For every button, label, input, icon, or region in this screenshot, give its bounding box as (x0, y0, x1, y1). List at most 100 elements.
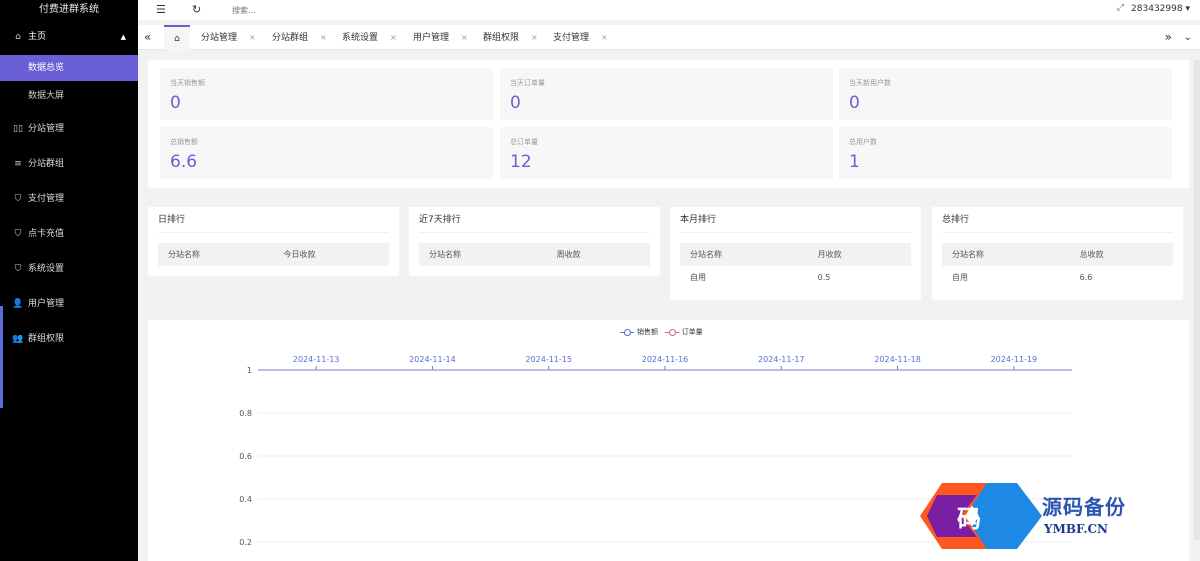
stat-value: 6.6 (170, 152, 198, 172)
sidebar-item-card-recharge[interactable]: ⛉ 点卡充值 (0, 217, 138, 252)
shield-check-icon: ⛉ (14, 229, 22, 239)
stat-value: 0 (849, 93, 860, 113)
sidebar-item-label: 主页 (28, 32, 47, 42)
x-tick-label: 2024-11-18 (874, 355, 921, 364)
stat-value: 1 (849, 152, 860, 172)
user-icon: 👤 (12, 299, 24, 309)
ranking-card-daily: 日排行 分站名称 今日收款 (148, 207, 399, 276)
close-icon[interactable]: × (531, 33, 538, 42)
home-icon: ⌂ (15, 32, 21, 42)
x-tick-label: 2024-11-13 (293, 355, 340, 364)
tab-label: 分站管理 (201, 33, 238, 43)
scrollbar[interactable] (1194, 60, 1200, 540)
ranking-col-name: 分站名称 (158, 243, 274, 266)
close-icon[interactable]: × (601, 33, 608, 42)
stat-label: 当天销售额 (170, 79, 205, 87)
tab-label: 群组权限 (483, 33, 520, 43)
caret-down-icon: ▾ (1185, 4, 1190, 14)
tab-label: 用户管理 (413, 33, 450, 43)
ranking-cell-name: 自用 (952, 273, 968, 282)
stat-value: 0 (510, 93, 521, 113)
sidebar-item-label: 系统设置 (28, 264, 65, 274)
topbar: ☰ ↻ ⤢ 283432998 ▾ (138, 0, 1200, 20)
ranking-title: 本月排行 (680, 207, 911, 233)
y-tick-label: 0.4 (239, 495, 252, 504)
close-icon[interactable]: × (390, 33, 397, 42)
stat-label: 总销售额 (170, 138, 198, 146)
users-icon: 👥 (12, 334, 24, 344)
close-icon[interactable]: × (320, 33, 327, 42)
stat-label: 当天新用户数 (849, 79, 891, 87)
caret-up-icon: ▲ (120, 33, 126, 41)
sidebar-item-payment[interactable]: ⛉ 支付管理 (0, 182, 138, 217)
tab-label: 分站群组 (272, 33, 309, 43)
table-row: 自用 0.5 (680, 266, 911, 289)
tabs-menu-chevron-icon[interactable]: ⌄ (1184, 25, 1192, 50)
stat-label: 总用户数 (849, 138, 877, 146)
watermark-text-cn: 源码备份 (1042, 495, 1126, 519)
ranking-col-name: 分站名称 (680, 243, 808, 266)
stat-label: 当天订单量 (510, 79, 545, 87)
shield-check-icon: ⛉ (14, 264, 22, 274)
sidebar-item-label: 群组权限 (28, 334, 65, 344)
refresh-icon[interactable]: ↻ (192, 3, 201, 16)
ranking-cell-amount: 6.6 (1079, 273, 1093, 282)
stat-value: 0 (170, 93, 181, 113)
search-input[interactable] (232, 3, 352, 17)
ranking-table: 分站名称 周收款 (419, 243, 650, 266)
x-tick-label: 2024-11-16 (642, 355, 689, 364)
app-title: 付费进群系统 (39, 4, 99, 15)
tabs-scroll-left-icon[interactable]: « (144, 25, 151, 50)
sliders-icon: ≡ (14, 159, 22, 169)
ranking-card-weekly: 近7天排行 分站名称 周收款 (409, 207, 660, 276)
username: 283432998 (1131, 4, 1183, 14)
tab-group-permission[interactable]: 群组权限 × (483, 25, 538, 50)
x-tick-label: 2024-11-15 (525, 355, 572, 364)
sidebar-subitem-data-overview[interactable]: 数据总览 (0, 55, 138, 81)
ranking-col-name: 分站名称 (419, 243, 547, 266)
sidebar-item-system-settings[interactable]: ⛉ 系统设置 (0, 252, 138, 287)
sidebar-item-label: 支付管理 (28, 194, 65, 204)
ranking-title: 近7天排行 (419, 207, 650, 233)
shield-check-icon: ⛉ (14, 194, 22, 204)
sidebar-subitem-data-screen[interactable]: 数据大屏 (0, 81, 138, 112)
tabs-scroll-right-icon[interactable]: » (1165, 25, 1172, 50)
sidebar-item-label: 点卡充值 (28, 229, 65, 239)
ranking-title: 总排行 (942, 207, 1173, 233)
ranking-card-total: 总排行 分站名称 总收款 自用 6.6 (932, 207, 1183, 300)
ranking-col-name: 分站名称 (942, 243, 1070, 266)
ranking-col-amount: 月收款 (807, 243, 911, 266)
sidebar-item-station-group[interactable]: ≡ 分站群组 (0, 147, 138, 182)
y-tick-label: 1 (247, 366, 252, 375)
sidebar-item-group-permission[interactable]: 👥 群组权限 (0, 322, 138, 357)
close-icon[interactable]: × (249, 33, 256, 42)
fullscreen-icon[interactable]: ⤢ (1117, 3, 1124, 13)
x-tick-label: 2024-11-17 (758, 355, 805, 364)
sidebar-item-home[interactable]: ⌂ 主页 ▲ (0, 20, 138, 55)
ranking-table: 分站名称 总收款 自用 6.6 (942, 243, 1173, 289)
stat-card: 当天订单量 0 (500, 68, 833, 120)
ranking-title: 日排行 (158, 207, 389, 233)
user-menu[interactable]: 283432998 ▾ (1131, 4, 1190, 14)
y-tick-label: 0.6 (239, 452, 252, 461)
watermark-logo-char: 码 (957, 504, 981, 533)
ranking-cell-amount: 0.5 (817, 273, 831, 282)
x-tick-label: 2024-11-14 (409, 355, 456, 364)
tab-system-settings[interactable]: 系统设置 × (342, 25, 397, 50)
sidebar-item-user-manage[interactable]: 👤 用户管理 (0, 287, 138, 322)
sidebar-item-station-manage[interactable]: ▯▯ 分站管理 (0, 112, 138, 147)
stat-card: 总用户数 1 (839, 127, 1172, 179)
tab-station-group[interactable]: 分站群组 × (272, 25, 327, 50)
y-tick-label: 0.8 (239, 409, 252, 418)
stat-card: 总销售额 6.6 (160, 127, 493, 179)
menu-fold-icon[interactable]: ☰ (156, 3, 166, 16)
tab-home[interactable]: ⌂ (164, 25, 190, 50)
tab-label: 支付管理 (553, 33, 590, 43)
sidebar-item-label: 分站群组 (28, 159, 65, 169)
tab-station-manage[interactable]: 分站管理 × (201, 25, 256, 50)
tab-user-manage[interactable]: 用户管理 × (413, 25, 468, 50)
sidebar-accent-bar (0, 306, 3, 408)
close-icon[interactable]: × (461, 33, 468, 42)
tab-payment[interactable]: 支付管理 × (553, 25, 608, 50)
ranking-card-monthly: 本月排行 分站名称 月收款 自用 0.5 (670, 207, 921, 300)
